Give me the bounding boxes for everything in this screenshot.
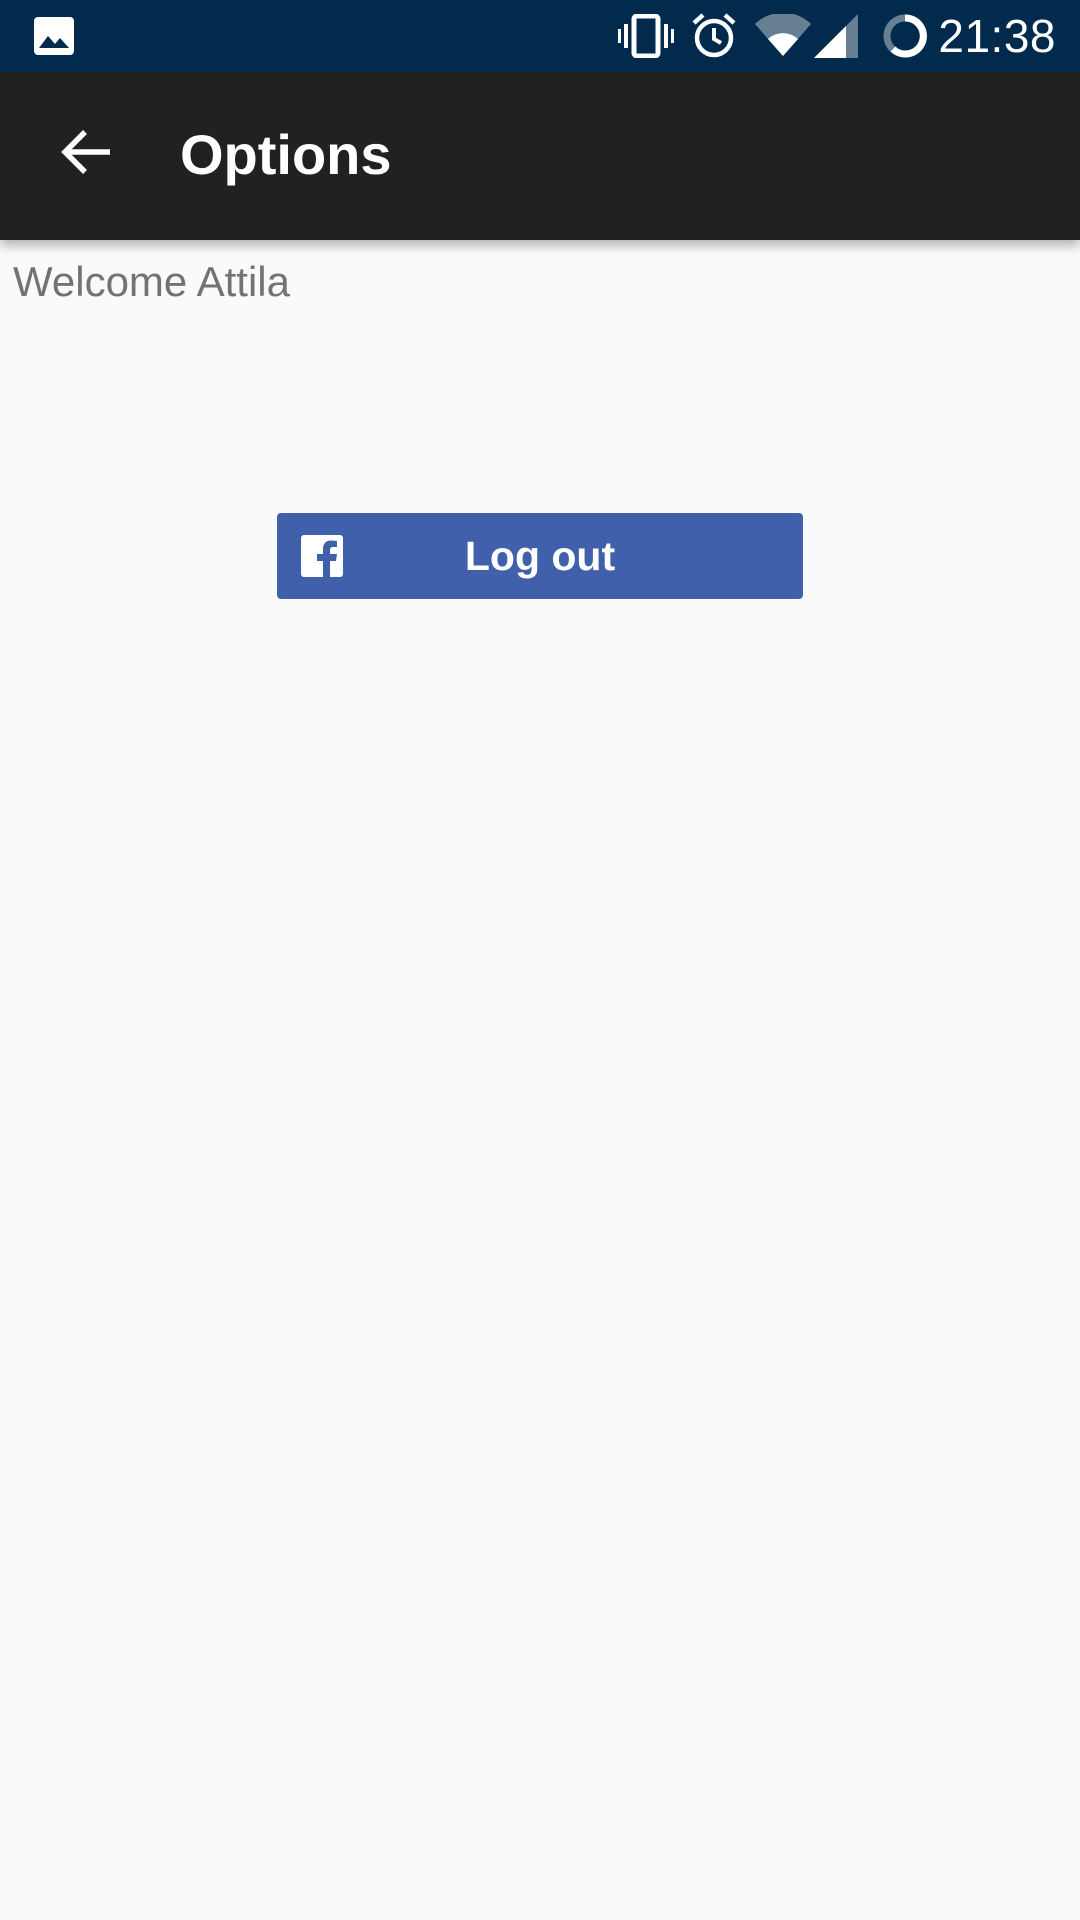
wifi-icon (754, 12, 812, 63)
arrow-left-icon (60, 128, 112, 181)
gallery-icon (34, 17, 74, 55)
logout-label: Log out (464, 533, 616, 579)
back-button[interactable] (44, 112, 128, 196)
status-time: 21:38 (938, 10, 1056, 62)
logout-button[interactable]: Log out (277, 513, 803, 599)
welcome-text: Welcome Attila (13, 258, 290, 305)
app-bar: Options (0, 72, 1080, 240)
battery-icon (882, 13, 928, 64)
signal-icon (814, 14, 858, 63)
status-bar: 21:38 (0, 0, 1080, 72)
vibrate-icon (618, 13, 674, 63)
alarm-icon (690, 12, 738, 65)
page-title: Options (180, 123, 392, 186)
